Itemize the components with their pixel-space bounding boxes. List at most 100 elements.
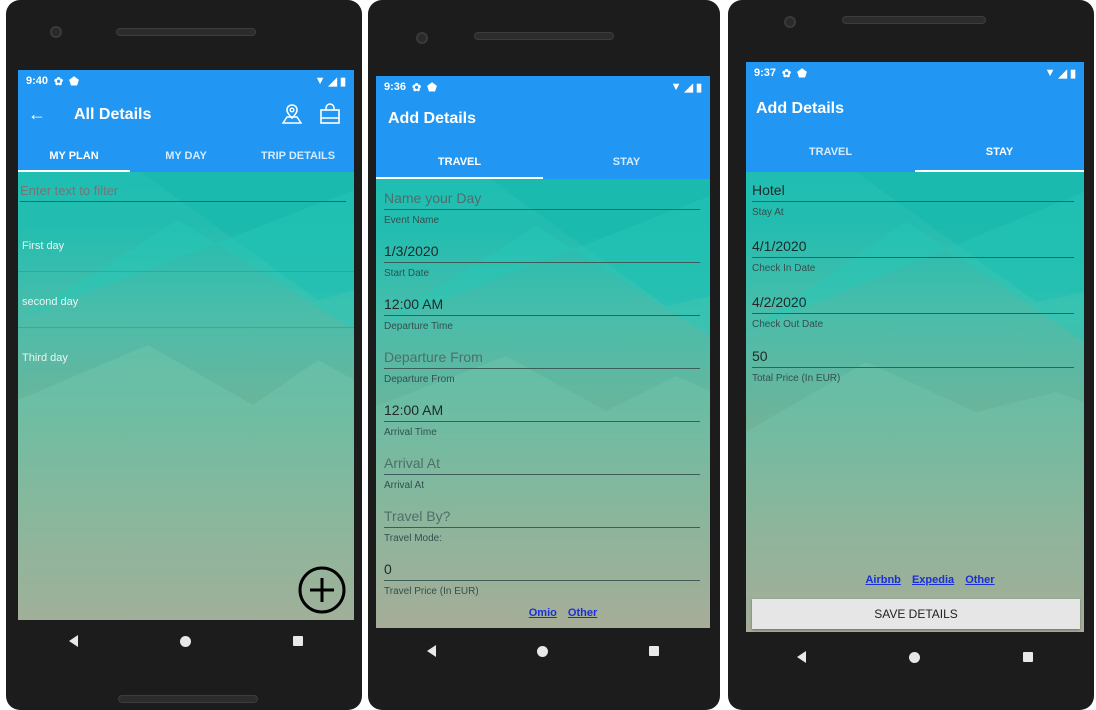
battery-icon: ▮: [695, 81, 702, 94]
phone-add-details-travel: 9:36 ✿ ⬟ ▼ ◢ ▮ Add Details TRAVEL STAY N…: [368, 0, 720, 710]
expedia-link[interactable]: Expedia: [912, 574, 954, 586]
wifi-icon: ▼: [670, 81, 682, 93]
list-item[interactable]: First day: [18, 232, 354, 272]
departure-time-input[interactable]: 12:00 AM: [384, 296, 700, 316]
travel-mode-field[interactable]: Travel By? Travel Mode:: [384, 508, 700, 544]
total-price-input[interactable]: 50: [752, 348, 1074, 368]
arrival-time-input[interactable]: 12:00 AM: [384, 402, 700, 422]
stay-at-label: Stay At: [752, 207, 784, 218]
other-link[interactable]: Other: [568, 607, 597, 619]
other-link[interactable]: Other: [965, 574, 994, 586]
airbnb-link[interactable]: Airbnb: [865, 574, 900, 586]
tab-bar: MY PLAN MY DAY TRIP DETAILS: [18, 140, 354, 172]
stay-at-field[interactable]: Hotel Stay At: [752, 182, 1074, 218]
omio-link[interactable]: Omio: [529, 607, 557, 619]
wifi-icon: ▼: [1044, 67, 1056, 79]
travel-price-label: Travel Price (In EUR): [384, 586, 479, 597]
event-name-input[interactable]: Name your Day: [384, 190, 700, 210]
travel-mode-label: Travel Mode:: [384, 533, 442, 544]
tab-stay[interactable]: STAY: [915, 136, 1084, 172]
recents-icon[interactable]: [649, 646, 660, 656]
system-nav-bar: [746, 644, 1084, 670]
page-title: All Details: [74, 106, 152, 123]
check-in-field[interactable]: 4/1/2020 Check In Date: [752, 238, 1074, 274]
start-date-label: Start Date: [384, 268, 430, 279]
status-time: 9:37: [754, 67, 777, 79]
travel-price-field[interactable]: 0 Travel Price (In EUR): [384, 561, 700, 597]
phone-add-details-stay: 9:37 ✿ ⬟ ▼ ◢ ▮ Add Details TRAVEL STAY H…: [728, 0, 1094, 710]
filter-input[interactable]: [20, 180, 346, 202]
back-icon[interactable]: [69, 635, 78, 647]
map-location-icon[interactable]: [280, 102, 304, 126]
start-date-field[interactable]: 1/3/2020 Start Date: [384, 243, 700, 279]
battery-icon: ▮: [339, 75, 346, 88]
recents-icon[interactable]: [1022, 652, 1033, 662]
shopping-bag-icon[interactable]: [318, 102, 342, 126]
home-icon[interactable]: [908, 651, 920, 663]
signal-icon: ◢: [684, 81, 693, 94]
app-bar: 9:40 ✿ ⬟ ▼ ◢ ▮ ← All Details MY PLAN MY …: [18, 70, 354, 172]
total-price-field[interactable]: 50 Total Price (In EUR): [752, 348, 1074, 384]
arrival-at-label: Arrival At: [384, 480, 425, 491]
departure-time-label: Departure Time: [384, 321, 453, 332]
event-name-label: Event Name: [384, 215, 440, 226]
departure-from-input[interactable]: Departure From: [384, 349, 700, 369]
signal-icon: ◢: [328, 75, 337, 88]
app-bar: 9:36 ✿ ⬟ ▼ ◢ ▮ Add Details TRAVEL STAY: [376, 76, 710, 179]
add-circle-icon[interactable]: [297, 565, 347, 615]
check-out-input[interactable]: 4/2/2020: [752, 294, 1074, 314]
status-time: 9:40: [26, 75, 49, 87]
status-bar: 9:40 ✿ ⬟ ▼ ◢ ▮: [18, 70, 354, 92]
recents-icon[interactable]: [293, 636, 303, 646]
tab-stay[interactable]: STAY: [543, 146, 710, 179]
list-item[interactable]: Third day: [18, 344, 354, 384]
arrival-at-input[interactable]: Arrival At: [384, 455, 700, 475]
page-title: Add Details: [388, 110, 477, 127]
front-camera: [50, 26, 62, 38]
gear-icon: ✿: [412, 81, 422, 94]
tab-travel[interactable]: TRAVEL: [746, 136, 915, 172]
save-details-button[interactable]: SAVE DETAILS: [752, 599, 1080, 629]
home-icon[interactable]: [536, 645, 548, 657]
check-out-field[interactable]: 4/2/2020 Check Out Date: [752, 294, 1074, 330]
departure-from-field[interactable]: Departure From Departure From: [384, 349, 700, 385]
event-name-field[interactable]: Name your Day Event Name: [384, 190, 700, 226]
shield-icon: ⬟: [69, 75, 79, 88]
travel-price-input[interactable]: 0: [384, 561, 700, 581]
back-icon[interactable]: [426, 645, 436, 657]
arrival-time-field[interactable]: 12:00 AM Arrival Time: [384, 402, 700, 438]
travel-mode-input[interactable]: Travel By?: [384, 508, 700, 528]
list-item[interactable]: second day: [18, 288, 354, 328]
battery-icon: ▮: [1069, 67, 1076, 80]
start-date-input[interactable]: 1/3/2020: [384, 243, 700, 263]
speaker-grille: [118, 695, 258, 703]
check-in-label: Check In Date: [752, 263, 816, 274]
page-title: Add Details: [756, 100, 845, 117]
back-icon[interactable]: [797, 651, 807, 663]
screen: 9:36 ✿ ⬟ ▼ ◢ ▮ Add Details TRAVEL STAY N…: [376, 76, 710, 628]
tab-my-day[interactable]: MY DAY: [130, 140, 242, 172]
arrival-time-label: Arrival Time: [384, 427, 437, 438]
signal-icon: ◢: [1058, 67, 1067, 80]
front-camera: [784, 16, 796, 28]
arrival-at-field[interactable]: Arrival At Arrival At: [384, 455, 700, 491]
status-time: 9:36: [384, 81, 407, 93]
stay-at-input[interactable]: Hotel: [752, 182, 1074, 202]
front-camera: [416, 32, 428, 44]
shield-icon: ⬟: [427, 81, 437, 94]
screen: 9:37 ✿ ⬟ ▼ ◢ ▮ Add Details TRAVEL STAY H…: [746, 62, 1084, 632]
home-icon[interactable]: [180, 635, 191, 647]
total-price-label: Total Price (In EUR): [752, 373, 841, 384]
wifi-icon: ▼: [314, 75, 326, 87]
tab-trip-details[interactable]: TRIP DETAILS: [242, 140, 354, 172]
speaker-grille: [474, 32, 614, 40]
check-in-input[interactable]: 4/1/2020: [752, 238, 1074, 258]
tab-travel[interactable]: TRAVEL: [376, 146, 543, 179]
tab-my-plan[interactable]: MY PLAN: [18, 140, 130, 172]
status-bar: 9:37 ✿ ⬟ ▼ ◢ ▮: [746, 62, 1084, 84]
arrow-left-icon[interactable]: ←: [28, 104, 46, 125]
departure-time-field[interactable]: 12:00 AM Departure Time: [384, 296, 700, 332]
status-bar: 9:36 ✿ ⬟ ▼ ◢ ▮: [376, 76, 710, 98]
shield-icon: ⬟: [797, 67, 807, 80]
booking-links: Airbnb Expedia Other: [746, 574, 1084, 586]
